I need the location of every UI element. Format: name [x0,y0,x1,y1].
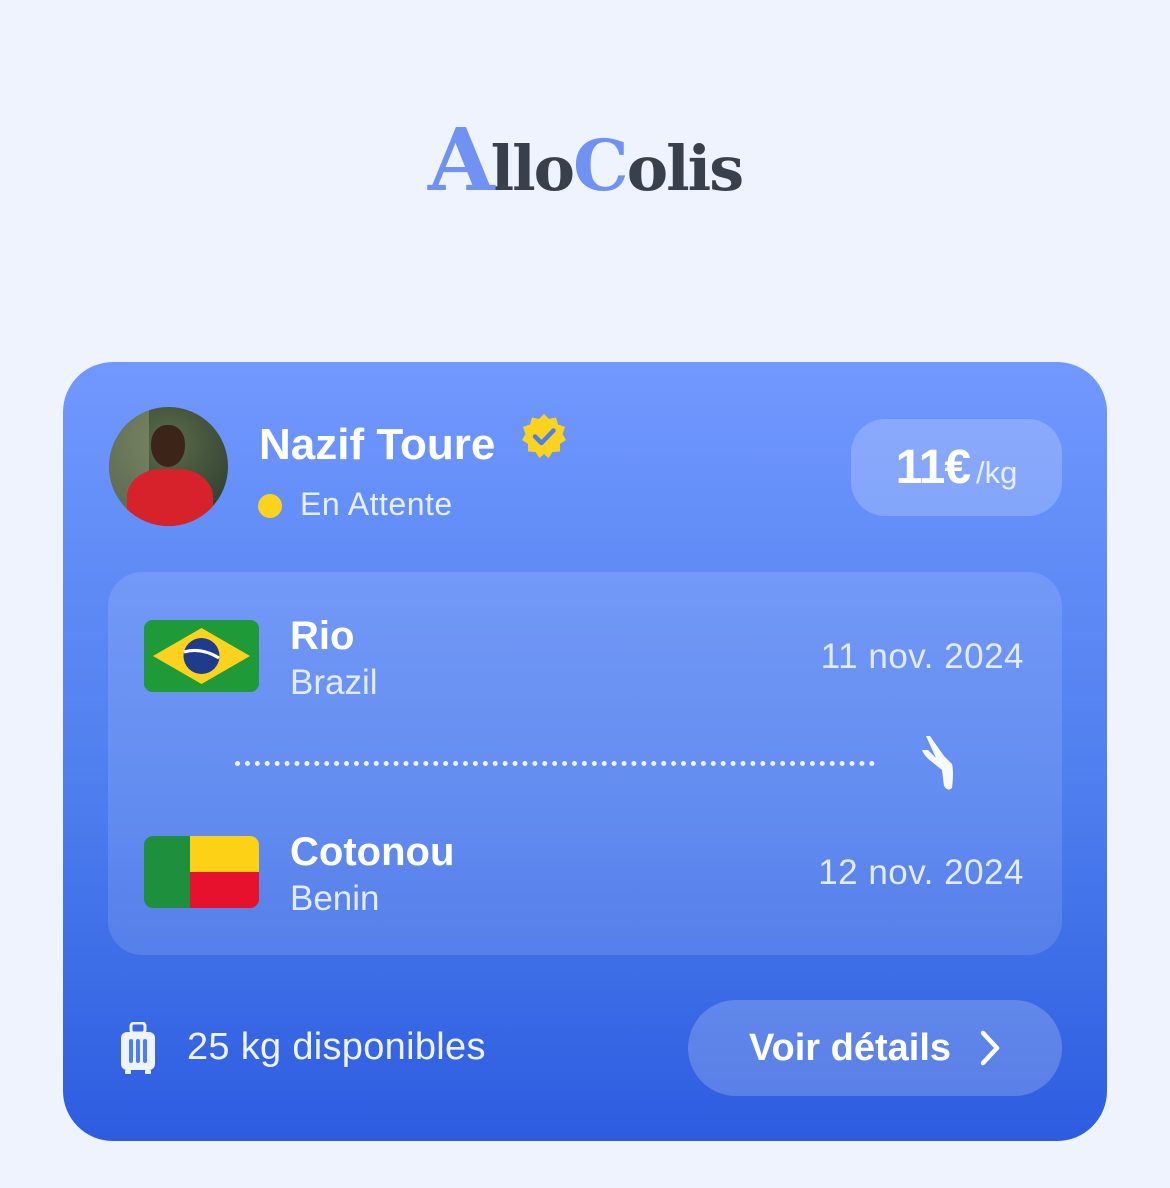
verified-badge-icon [522,414,566,458]
logo-letter-a: A [427,109,495,211]
route-panel: Rio Brazil 11 nov. 2024 Cotonou Benin 12… [108,572,1062,955]
traveler-name: Nazif Toure [259,420,496,469]
available-capacity: 25 kg disponibles [187,1026,486,1068]
route-line [235,761,875,766]
origin-city: Rio [290,614,355,658]
price-badge: 11€ /kg [851,419,1062,516]
departure-date: 11 nov. 2024 [820,637,1024,676]
price-amount: 11€ [895,441,971,494]
destination-city: Cotonou [290,830,455,874]
trip-card[interactable]: Nazif Toure En Attente 11€ /kg Rio Brazi… [63,362,1107,1141]
logo-wordmark: A llo C olis [427,109,744,211]
price-unit: /kg [976,454,1018,490]
luggage-icon [121,1022,155,1074]
benin-flag-icon [144,836,259,908]
avatar[interactable] [109,407,228,526]
status-text: En Attente [300,486,453,522]
logo-text-part1: llo [490,131,575,205]
chevron-right-icon [980,1030,1000,1066]
view-details-button[interactable]: Voir détails [688,1000,1062,1096]
airplane-icon [922,736,953,790]
status-indicator [258,494,282,518]
view-details-label: Voir détails [748,1026,952,1069]
logo-letter-c: C [573,123,629,207]
logo-text-part2: olis [626,131,744,205]
app-logo: A llo C olis [0,109,1170,211]
origin-country: Brazil [290,663,378,702]
destination-country: Benin [290,879,380,918]
brazil-flag-icon [144,620,259,692]
arrival-date: 12 nov. 2024 [818,853,1024,892]
